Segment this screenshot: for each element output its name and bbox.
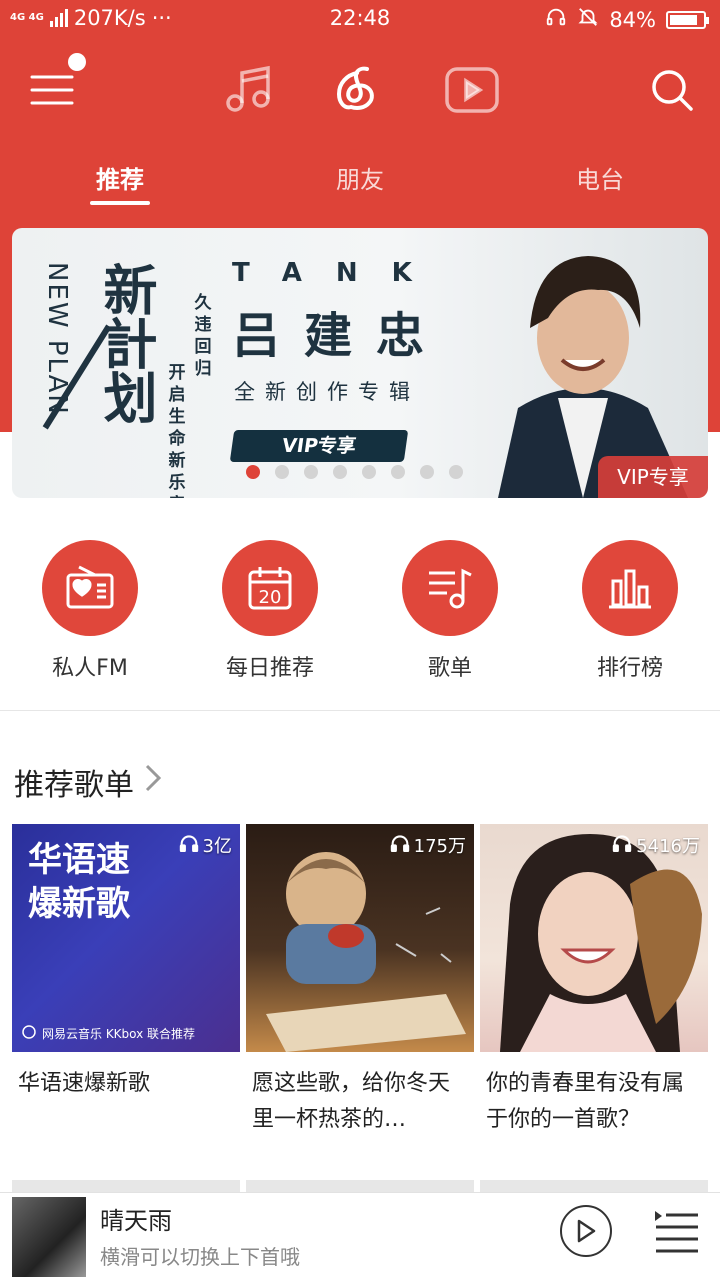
quick-actions: 私人FM 20 每日推荐 歌单 排行榜 [0, 540, 720, 690]
status-right: 84% [545, 6, 709, 33]
netease-logo-icon[interactable] [330, 60, 390, 120]
status-bar: 4G 4G 207K/s ··· 22:48 84% [0, 0, 720, 38]
pagination-dot[interactable] [304, 465, 318, 479]
play-count: 5416万 [612, 832, 700, 858]
quick-label-playlists: 歌单 [427, 656, 472, 681]
pagination-dot[interactable] [333, 465, 347, 479]
new-plan-big-text: 新計划 [94, 262, 157, 424]
section-recommended-playlists[interactable]: 推荐歌单 [14, 760, 162, 804]
tab-underline [90, 201, 150, 205]
quick-label-charts: 排行榜 [596, 656, 663, 681]
quick-charts[interactable]: 排行榜 [540, 540, 720, 682]
pagination-dot[interactable] [420, 465, 434, 479]
playlist-cover: 华语速爆新歌 网易云音乐 KKbox 联合推荐 3亿 [12, 824, 240, 1052]
playlist-card[interactable]: 5416万 你的青春里有没有属于你的一首歌？ [480, 824, 708, 1138]
pagination-dot[interactable] [246, 465, 260, 479]
now-playing-hint: 横滑可以切换上下首哦 [100, 1245, 300, 1269]
banner-artist: 吕建忠 [232, 308, 449, 364]
play-count-value: 175万 [413, 836, 466, 857]
playlist-title: 华语速爆新歌 [18, 1071, 151, 1096]
bar-chart-icon [582, 540, 678, 636]
banner-tank: TANK [232, 258, 446, 288]
section-divider [0, 710, 720, 711]
top-nav [0, 52, 720, 128]
pagination-dot[interactable] [362, 465, 376, 479]
notification-dot [68, 53, 86, 71]
new-plan-logo: NEW PLAN 新計划 久违回归 开启生命新乐章 [42, 262, 212, 498]
tab-friends[interactable]: 朋友 [300, 160, 420, 195]
headphone-icon [390, 834, 410, 857]
play-count-value: 5416万 [636, 836, 700, 857]
cover-photo [500, 834, 702, 1052]
banner[interactable]: NEW PLAN 新計划 久违回归 开启生命新乐章 TANK 吕建忠 全新创作专… [12, 228, 708, 498]
radio-heart-icon [42, 540, 138, 636]
headphone-icon [612, 834, 632, 857]
netease-logo-icon [22, 1025, 36, 1042]
cover-footer-text: 网易云音乐 KKbox 联合推荐 [42, 1027, 196, 1041]
search-icon[interactable] [642, 60, 702, 120]
play-count-value: 3亿 [202, 836, 232, 857]
play-count: 3亿 [179, 832, 232, 858]
play-button[interactable] [560, 1205, 612, 1257]
subtitle-col-1: 久违回归 [194, 293, 212, 379]
quick-daily-recommend[interactable]: 20 每日推荐 [180, 540, 360, 682]
quick-label-daily: 每日推荐 [225, 656, 314, 681]
battery-icon [666, 10, 709, 29]
headphone-icon [179, 834, 199, 857]
subtitle-col-2: 开启生命新乐章 [168, 363, 186, 498]
pagination-dot[interactable] [449, 465, 463, 479]
quick-playlists[interactable]: 歌单 [360, 540, 540, 682]
playlist-icon [402, 540, 498, 636]
tab-bar: 推荐 朋友 电台 [0, 160, 720, 210]
vip-corner-tag: VIP专享 [598, 456, 708, 498]
mini-player[interactable]: 晴天雨 横滑可以切换上下首哦 [0, 1192, 720, 1280]
headphone-icon [545, 6, 567, 33]
section-title: 推荐歌单 [14, 768, 134, 803]
calendar-day-text: 20 [259, 587, 282, 608]
tab-radio[interactable]: 电台 [540, 160, 660, 195]
cover-illustration [266, 852, 466, 1052]
playlist-card[interactable]: 华语速爆新歌 网易云音乐 KKbox 联合推荐 3亿 华语速爆新歌 [12, 824, 240, 1138]
banner-vip-button[interactable]: VIP专享 [229, 430, 409, 462]
play-icon [577, 1219, 596, 1243]
battery-fill [670, 14, 697, 25]
playlist-queue-icon[interactable] [652, 1209, 700, 1253]
music-note-icon[interactable] [218, 60, 278, 120]
battery-percent: 84% [609, 7, 656, 32]
video-icon[interactable] [442, 60, 502, 120]
quick-private-fm[interactable]: 私人FM [0, 540, 180, 682]
chevron-right-icon [144, 763, 162, 801]
playlist-cover: 5416万 [480, 824, 708, 1052]
bell-muted-icon [577, 6, 599, 33]
play-count: 175万 [390, 832, 466, 858]
cover-title-text: 华语速爆新歌 [28, 840, 130, 924]
tab-recommend[interactable]: 推荐 [60, 160, 180, 195]
quick-label-fm: 私人FM [52, 656, 128, 681]
pagination-dot[interactable] [391, 465, 405, 479]
pagination-dot[interactable] [275, 465, 289, 479]
banner-desc: 全新创作专辑 [234, 380, 420, 404]
now-playing-cover [12, 1197, 86, 1277]
playlist-title: 你的青春里有没有属于你的一首歌？ [486, 1071, 685, 1132]
playlist-title: 愿这些歌，给你冬天里一杯热茶的… [252, 1071, 451, 1132]
playlist-cover: 175万 [246, 824, 474, 1052]
calendar-icon: 20 [222, 540, 318, 636]
now-playing-title: 晴天雨 [100, 1207, 172, 1235]
playlist-card[interactable]: 175万 愿这些歌，给你冬天里一杯热茶的… [246, 824, 474, 1138]
cover-footer: 网易云音乐 KKbox 联合推荐 [22, 1025, 195, 1042]
banner-pagination [246, 465, 463, 479]
